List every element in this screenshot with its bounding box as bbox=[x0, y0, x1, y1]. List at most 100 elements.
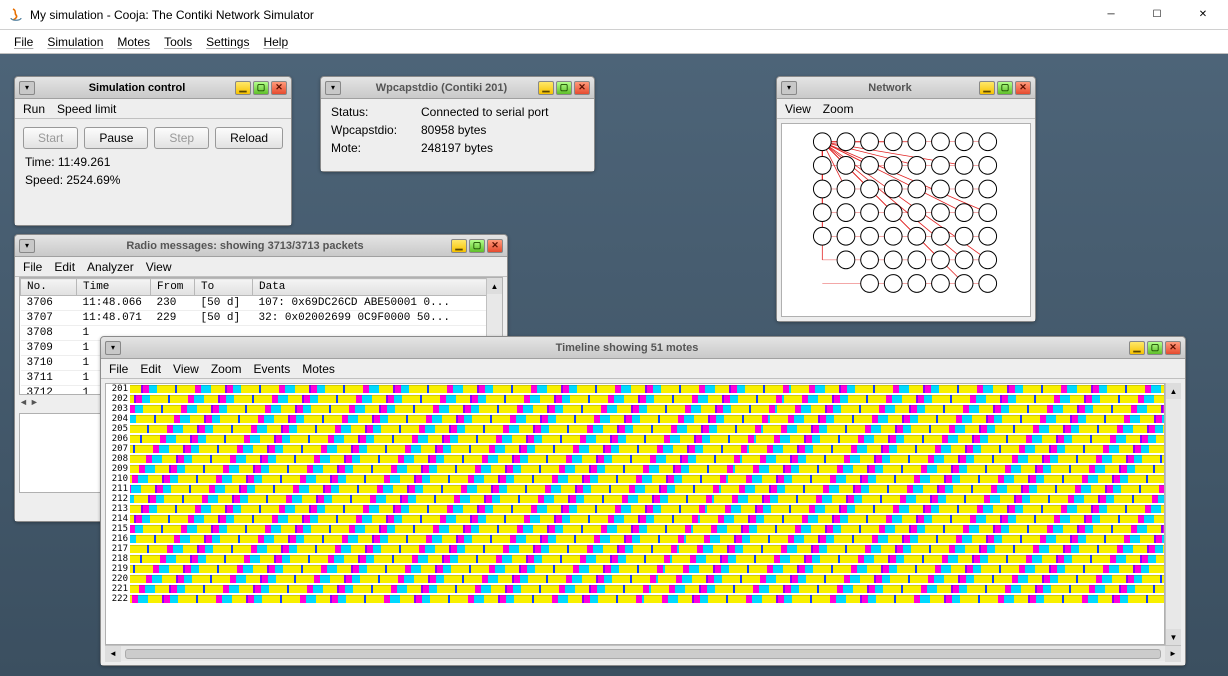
minimize-icon[interactable]: ▁ bbox=[451, 239, 467, 253]
network-node[interactable] bbox=[837, 251, 855, 269]
close-icon[interactable]: ✕ bbox=[487, 239, 503, 253]
tl-menu-file[interactable]: File bbox=[105, 361, 132, 377]
network-node[interactable] bbox=[884, 204, 902, 222]
network-node[interactable] bbox=[884, 180, 902, 198]
timeline-row[interactable]: 210 bbox=[106, 474, 1164, 484]
scroll-up-icon[interactable]: ▲ bbox=[1166, 383, 1181, 399]
start-button[interactable]: Start bbox=[23, 127, 78, 149]
timeline-row[interactable]: 208 bbox=[106, 454, 1164, 464]
simulation-control-window[interactable]: ▾ Simulation control ▁ ▢ ✕ Run Speed lim… bbox=[14, 76, 292, 226]
network-node[interactable] bbox=[932, 227, 950, 245]
timeline-canvas[interactable]: 2012022032042052062072082092102112122132… bbox=[105, 383, 1165, 645]
network-node[interactable] bbox=[979, 275, 997, 293]
timeline-row[interactable]: 217 bbox=[106, 544, 1164, 554]
network-node[interactable] bbox=[955, 204, 973, 222]
radio-menu-edit[interactable]: Edit bbox=[50, 259, 79, 275]
col-from[interactable]: From bbox=[151, 279, 195, 296]
wpcapstdio-window[interactable]: ▾ Wpcapstdio (Contiki 201) ▁ ▢ ✕ Status:… bbox=[320, 76, 595, 172]
network-node[interactable] bbox=[884, 133, 902, 151]
table-row[interactable]: 370711:48.071229[50 d]32: 0x02002699 0C9… bbox=[21, 311, 502, 326]
network-node[interactable] bbox=[837, 180, 855, 198]
network-node[interactable] bbox=[861, 251, 879, 269]
window-menu-toggle[interactable]: ▾ bbox=[19, 81, 35, 95]
timeline-row[interactable]: 221 bbox=[106, 584, 1164, 594]
timeline-row[interactable]: 207 bbox=[106, 444, 1164, 454]
scroll-up-icon[interactable]: ▲ bbox=[487, 278, 502, 294]
network-node[interactable] bbox=[884, 156, 902, 174]
network-node[interactable] bbox=[932, 133, 950, 151]
network-node[interactable] bbox=[932, 251, 950, 269]
tl-menu-view[interactable]: View bbox=[169, 361, 203, 377]
timeline-row[interactable]: 202 bbox=[106, 394, 1164, 404]
menu-motes[interactable]: Motes bbox=[111, 33, 156, 51]
net-menu-zoom[interactable]: Zoom bbox=[819, 101, 858, 117]
network-node[interactable] bbox=[837, 156, 855, 174]
timeline-row[interactable]: 212 bbox=[106, 494, 1164, 504]
close-icon[interactable]: ✕ bbox=[574, 81, 590, 95]
network-node[interactable] bbox=[932, 204, 950, 222]
network-node[interactable] bbox=[979, 227, 997, 245]
timeline-hscroll[interactable]: ◄ ► bbox=[105, 645, 1181, 661]
network-node[interactable] bbox=[979, 251, 997, 269]
timeline-row[interactable]: 205 bbox=[106, 424, 1164, 434]
network-node[interactable] bbox=[908, 251, 926, 269]
sim-menu-run[interactable]: Run bbox=[19, 101, 49, 117]
network-node[interactable] bbox=[908, 204, 926, 222]
timeline-row[interactable]: 209 bbox=[106, 464, 1164, 474]
window-menu-toggle[interactable]: ▾ bbox=[325, 81, 341, 95]
timeline-row[interactable]: 215 bbox=[106, 524, 1164, 534]
tl-menu-events[interactable]: Events bbox=[250, 361, 295, 377]
window-menu-toggle[interactable]: ▾ bbox=[19, 239, 35, 253]
menu-settings[interactable]: Settings bbox=[200, 33, 255, 51]
timeline-row[interactable]: 213 bbox=[106, 504, 1164, 514]
network-node[interactable] bbox=[979, 204, 997, 222]
timeline-row[interactable]: 218 bbox=[106, 554, 1164, 564]
timeline-row[interactable]: 206 bbox=[106, 434, 1164, 444]
tl-menu-motes[interactable]: Motes bbox=[298, 361, 339, 377]
window-menu-toggle[interactable]: ▾ bbox=[105, 341, 121, 355]
network-node[interactable] bbox=[813, 156, 831, 174]
radio-menu-file[interactable]: File bbox=[19, 259, 46, 275]
network-node[interactable] bbox=[932, 180, 950, 198]
col-to[interactable]: To bbox=[195, 279, 253, 296]
close-icon[interactable]: ✕ bbox=[271, 81, 287, 95]
col-data[interactable]: Data bbox=[253, 279, 502, 296]
network-node[interactable] bbox=[979, 156, 997, 174]
network-node[interactable] bbox=[813, 227, 831, 245]
network-node[interactable] bbox=[861, 180, 879, 198]
table-row[interactable]: 370611:48.066230[50 d]107: 0x69DC26CD AB… bbox=[21, 296, 502, 311]
network-graph[interactable] bbox=[781, 123, 1031, 317]
maximize-icon[interactable]: ▢ bbox=[556, 81, 572, 95]
menu-help[interactable]: Help bbox=[257, 33, 294, 51]
minimize-icon[interactable]: ▁ bbox=[979, 81, 995, 95]
network-node[interactable] bbox=[955, 251, 973, 269]
close-icon[interactable]: ✕ bbox=[1015, 81, 1031, 95]
network-node[interactable] bbox=[979, 180, 997, 198]
menu-tools[interactable]: Tools bbox=[158, 33, 198, 51]
minimize-icon[interactable]: ▁ bbox=[235, 81, 251, 95]
window-menu-toggle[interactable]: ▾ bbox=[781, 81, 797, 95]
timeline-row[interactable]: 201 bbox=[106, 384, 1164, 394]
network-node[interactable] bbox=[813, 204, 831, 222]
timeline-row[interactable]: 203 bbox=[106, 404, 1164, 414]
network-node[interactable] bbox=[908, 275, 926, 293]
maximize-icon[interactable]: ▢ bbox=[253, 81, 269, 95]
timeline-row[interactable]: 216 bbox=[106, 534, 1164, 544]
timeline-row[interactable]: 214 bbox=[106, 514, 1164, 524]
network-node[interactable] bbox=[837, 204, 855, 222]
network-node[interactable] bbox=[932, 275, 950, 293]
maximize-icon[interactable]: ▢ bbox=[1147, 341, 1163, 355]
timeline-vscroll[interactable]: ▲ ▼ bbox=[1165, 383, 1181, 645]
radio-menu-view[interactable]: View bbox=[142, 259, 176, 275]
minimize-icon[interactable]: ▁ bbox=[1129, 341, 1145, 355]
scroll-right-icon[interactable]: ► bbox=[1165, 646, 1181, 662]
window-close-button[interactable]: ✕ bbox=[1180, 0, 1226, 30]
radio-menu-analyzer[interactable]: Analyzer bbox=[83, 259, 138, 275]
network-node[interactable] bbox=[955, 275, 973, 293]
sim-menu-speedlimit[interactable]: Speed limit bbox=[53, 101, 120, 117]
step-button[interactable]: Step bbox=[154, 127, 209, 149]
timeline-row[interactable]: 211 bbox=[106, 484, 1164, 494]
close-icon[interactable]: ✕ bbox=[1165, 341, 1181, 355]
reload-button[interactable]: Reload bbox=[215, 127, 283, 149]
network-node[interactable] bbox=[837, 133, 855, 151]
